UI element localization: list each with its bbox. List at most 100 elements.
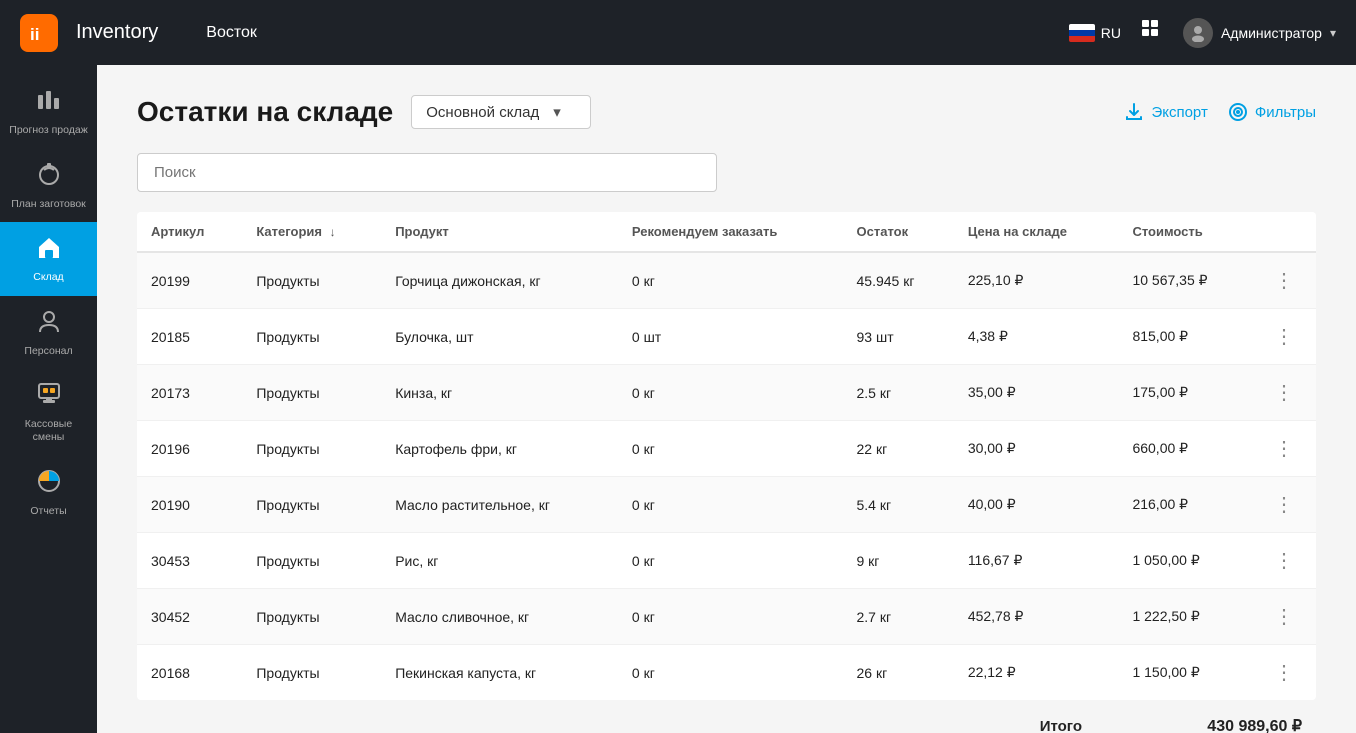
cell-menu: ⋮ (1252, 589, 1316, 645)
col-header-category[interactable]: Категория ↓ (242, 212, 381, 252)
cell-category: Продукты (242, 309, 381, 365)
sidebar-item-prep[interactable]: План заготовок (0, 149, 97, 223)
sort-icon: ↓ (330, 225, 336, 239)
row-menu-button[interactable]: ⋮ (1266, 378, 1302, 407)
sidebar-item-shifts[interactable]: Кассовые смены (0, 369, 97, 455)
cell-stock: 9 кг (843, 533, 954, 589)
total-label: Итого (1040, 718, 1082, 733)
row-menu-button[interactable]: ⋮ (1266, 266, 1302, 295)
table-header-row: Артикул Категория ↓ Продукт Рекомендуем … (137, 212, 1316, 252)
export-icon (1124, 102, 1144, 122)
cell-price: 40,00 ₽ (954, 477, 1119, 533)
cell-category: Продукты (242, 421, 381, 477)
cell-price: 452,78 ₽ (954, 589, 1119, 645)
language-label: RU (1101, 25, 1121, 41)
table-row: 20185 Продукты Булочка, шт 0 шт 93 шт 4,… (137, 309, 1316, 365)
sidebar-item-forecast-label: Прогноз продаж (9, 124, 87, 137)
main-layout: Прогноз продаж План заготовок Склад (0, 65, 1356, 733)
cell-cost: 10 567,35 ₽ (1118, 252, 1252, 309)
cell-product: Масло растительное, кг (381, 477, 618, 533)
prep-icon (36, 161, 62, 193)
cell-cost: 1 222,50 ₽ (1118, 589, 1252, 645)
user-menu[interactable]: Администратор ▾ (1183, 18, 1336, 48)
warehouse-dropdown[interactable]: Основной склад ▾ (411, 95, 591, 129)
filters-icon (1228, 102, 1248, 122)
search-input[interactable] (137, 153, 717, 192)
cell-recommend: 0 кг (618, 477, 843, 533)
app-title: Inventory (76, 21, 182, 44)
row-menu-button[interactable]: ⋮ (1266, 602, 1302, 631)
cell-price: 35,00 ₽ (954, 365, 1119, 421)
page-title: Остатки на складе (137, 96, 393, 128)
cell-stock: 2.7 кг (843, 589, 954, 645)
cell-category: Продукты (242, 589, 381, 645)
row-menu-button[interactable]: ⋮ (1266, 434, 1302, 463)
cell-stock: 2.5 кг (843, 365, 954, 421)
sidebar-item-staff[interactable]: Персонал (0, 296, 97, 370)
cell-recommend: 0 кг (618, 365, 843, 421)
cell-stock: 22 кг (843, 421, 954, 477)
flag-icon (1069, 24, 1095, 42)
cell-recommend: 0 шт (618, 309, 843, 365)
sidebar: Прогноз продаж План заготовок Склад (0, 65, 97, 733)
topnav-right: RU Администратор ▾ (1069, 18, 1336, 48)
col-header-cost: Стоимость (1118, 212, 1252, 252)
sidebar-item-forecast[interactable]: Прогноз продаж (0, 75, 97, 149)
cell-stock: 5.4 кг (843, 477, 954, 533)
top-navigation: ii Inventory Восток RU Админис (0, 0, 1356, 65)
cell-category: Продукты (242, 365, 381, 421)
staff-icon (36, 308, 62, 340)
language-selector[interactable]: RU (1069, 24, 1121, 42)
cell-cost: 815,00 ₽ (1118, 309, 1252, 365)
warehouse-select-label: Основной склад (426, 104, 539, 121)
apps-grid-icon[interactable] (1141, 19, 1163, 47)
row-menu-button[interactable]: ⋮ (1266, 490, 1302, 519)
logo-icon: ii (20, 14, 58, 52)
cell-price: 30,00 ₽ (954, 421, 1119, 477)
filters-button[interactable]: Фильтры (1228, 102, 1316, 122)
table-row: 20168 Продукты Пекинская капуста, кг 0 к… (137, 645, 1316, 701)
row-menu-button[interactable]: ⋮ (1266, 658, 1302, 687)
cell-article: 20173 (137, 365, 242, 421)
header-actions: Экспорт Фильтры (1124, 102, 1316, 122)
cell-article: 20168 (137, 645, 242, 701)
reports-icon (36, 468, 62, 500)
sidebar-item-reports-label: Отчеты (30, 505, 66, 518)
table-row: 20173 Продукты Кинза, кг 0 кг 2.5 кг 35,… (137, 365, 1316, 421)
sidebar-item-warehouse-label: Склад (33, 271, 63, 284)
cell-cost: 216,00 ₽ (1118, 477, 1252, 533)
cell-menu: ⋮ (1252, 421, 1316, 477)
main-content: Остатки на складе Основной склад ▾ Экспо… (97, 65, 1356, 733)
cell-price: 116,67 ₽ (954, 533, 1119, 589)
export-button[interactable]: Экспорт (1124, 102, 1207, 122)
cell-article: 20190 (137, 477, 242, 533)
cell-recommend: 0 кг (618, 533, 843, 589)
sidebar-item-reports[interactable]: Отчеты (0, 456, 97, 530)
user-name: Администратор (1221, 25, 1322, 41)
sidebar-item-shifts-label: Кассовые смены (8, 418, 89, 443)
page-header: Остатки на складе Основной склад ▾ Экспо… (137, 95, 1316, 129)
cell-menu: ⋮ (1252, 645, 1316, 701)
row-menu-button[interactable]: ⋮ (1266, 546, 1302, 575)
cell-article: 20196 (137, 421, 242, 477)
logo[interactable]: ii (20, 14, 58, 52)
cell-price: 225,10 ₽ (954, 252, 1119, 309)
cell-recommend: 0 кг (618, 421, 843, 477)
location-label: Восток (206, 24, 257, 42)
col-header-actions (1252, 212, 1316, 252)
cell-category: Продукты (242, 252, 381, 309)
user-menu-chevron-icon: ▾ (1330, 26, 1336, 40)
search-wrap (137, 153, 1316, 192)
cell-product: Масло сливочное, кг (381, 589, 618, 645)
col-header-recommend: Рекомендуем заказать (618, 212, 843, 252)
cell-stock: 45.945 кг (843, 252, 954, 309)
cell-stock: 26 кг (843, 645, 954, 701)
warehouse-icon (36, 234, 62, 266)
cell-menu: ⋮ (1252, 533, 1316, 589)
cell-menu: ⋮ (1252, 252, 1316, 309)
cell-cost: 175,00 ₽ (1118, 365, 1252, 421)
cell-article: 20199 (137, 252, 242, 309)
sidebar-item-warehouse[interactable]: Склад (0, 222, 97, 296)
row-menu-button[interactable]: ⋮ (1266, 322, 1302, 351)
cell-stock: 93 шт (843, 309, 954, 365)
